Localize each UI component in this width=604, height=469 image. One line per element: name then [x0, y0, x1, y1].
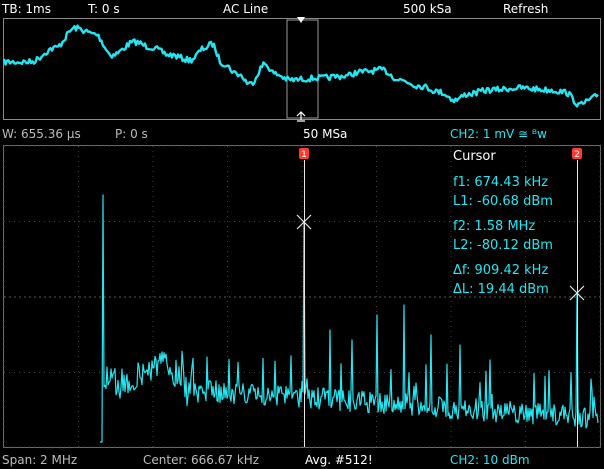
- zoom-window-frame[interactable]: [286, 19, 319, 119]
- cursor-delta-f-value: Δf: 909.42 kHz: [453, 263, 549, 278]
- cursor-title: Cursor: [453, 149, 496, 164]
- cursor-l1-value: L1: -60.68 dBm: [453, 194, 553, 209]
- time-domain-panel: [2, 17, 601, 122]
- cursor-1-marker-label: 1: [301, 150, 307, 160]
- cursor-2-marker-label: 2: [574, 150, 580, 160]
- scope-display: 1 2: [2, 17, 601, 448]
- cursor-f2-value: f2: 1.58 MHz: [453, 219, 536, 234]
- cursor-l2-value: L2: -80.12 dBm: [453, 238, 553, 253]
- cursor-delta-l-value: ΔL: 19.44 dBm: [453, 282, 549, 297]
- time-domain-trace: [2, 24, 599, 108]
- cursor-f1-value: f1: 674.43 kHz: [453, 175, 549, 190]
